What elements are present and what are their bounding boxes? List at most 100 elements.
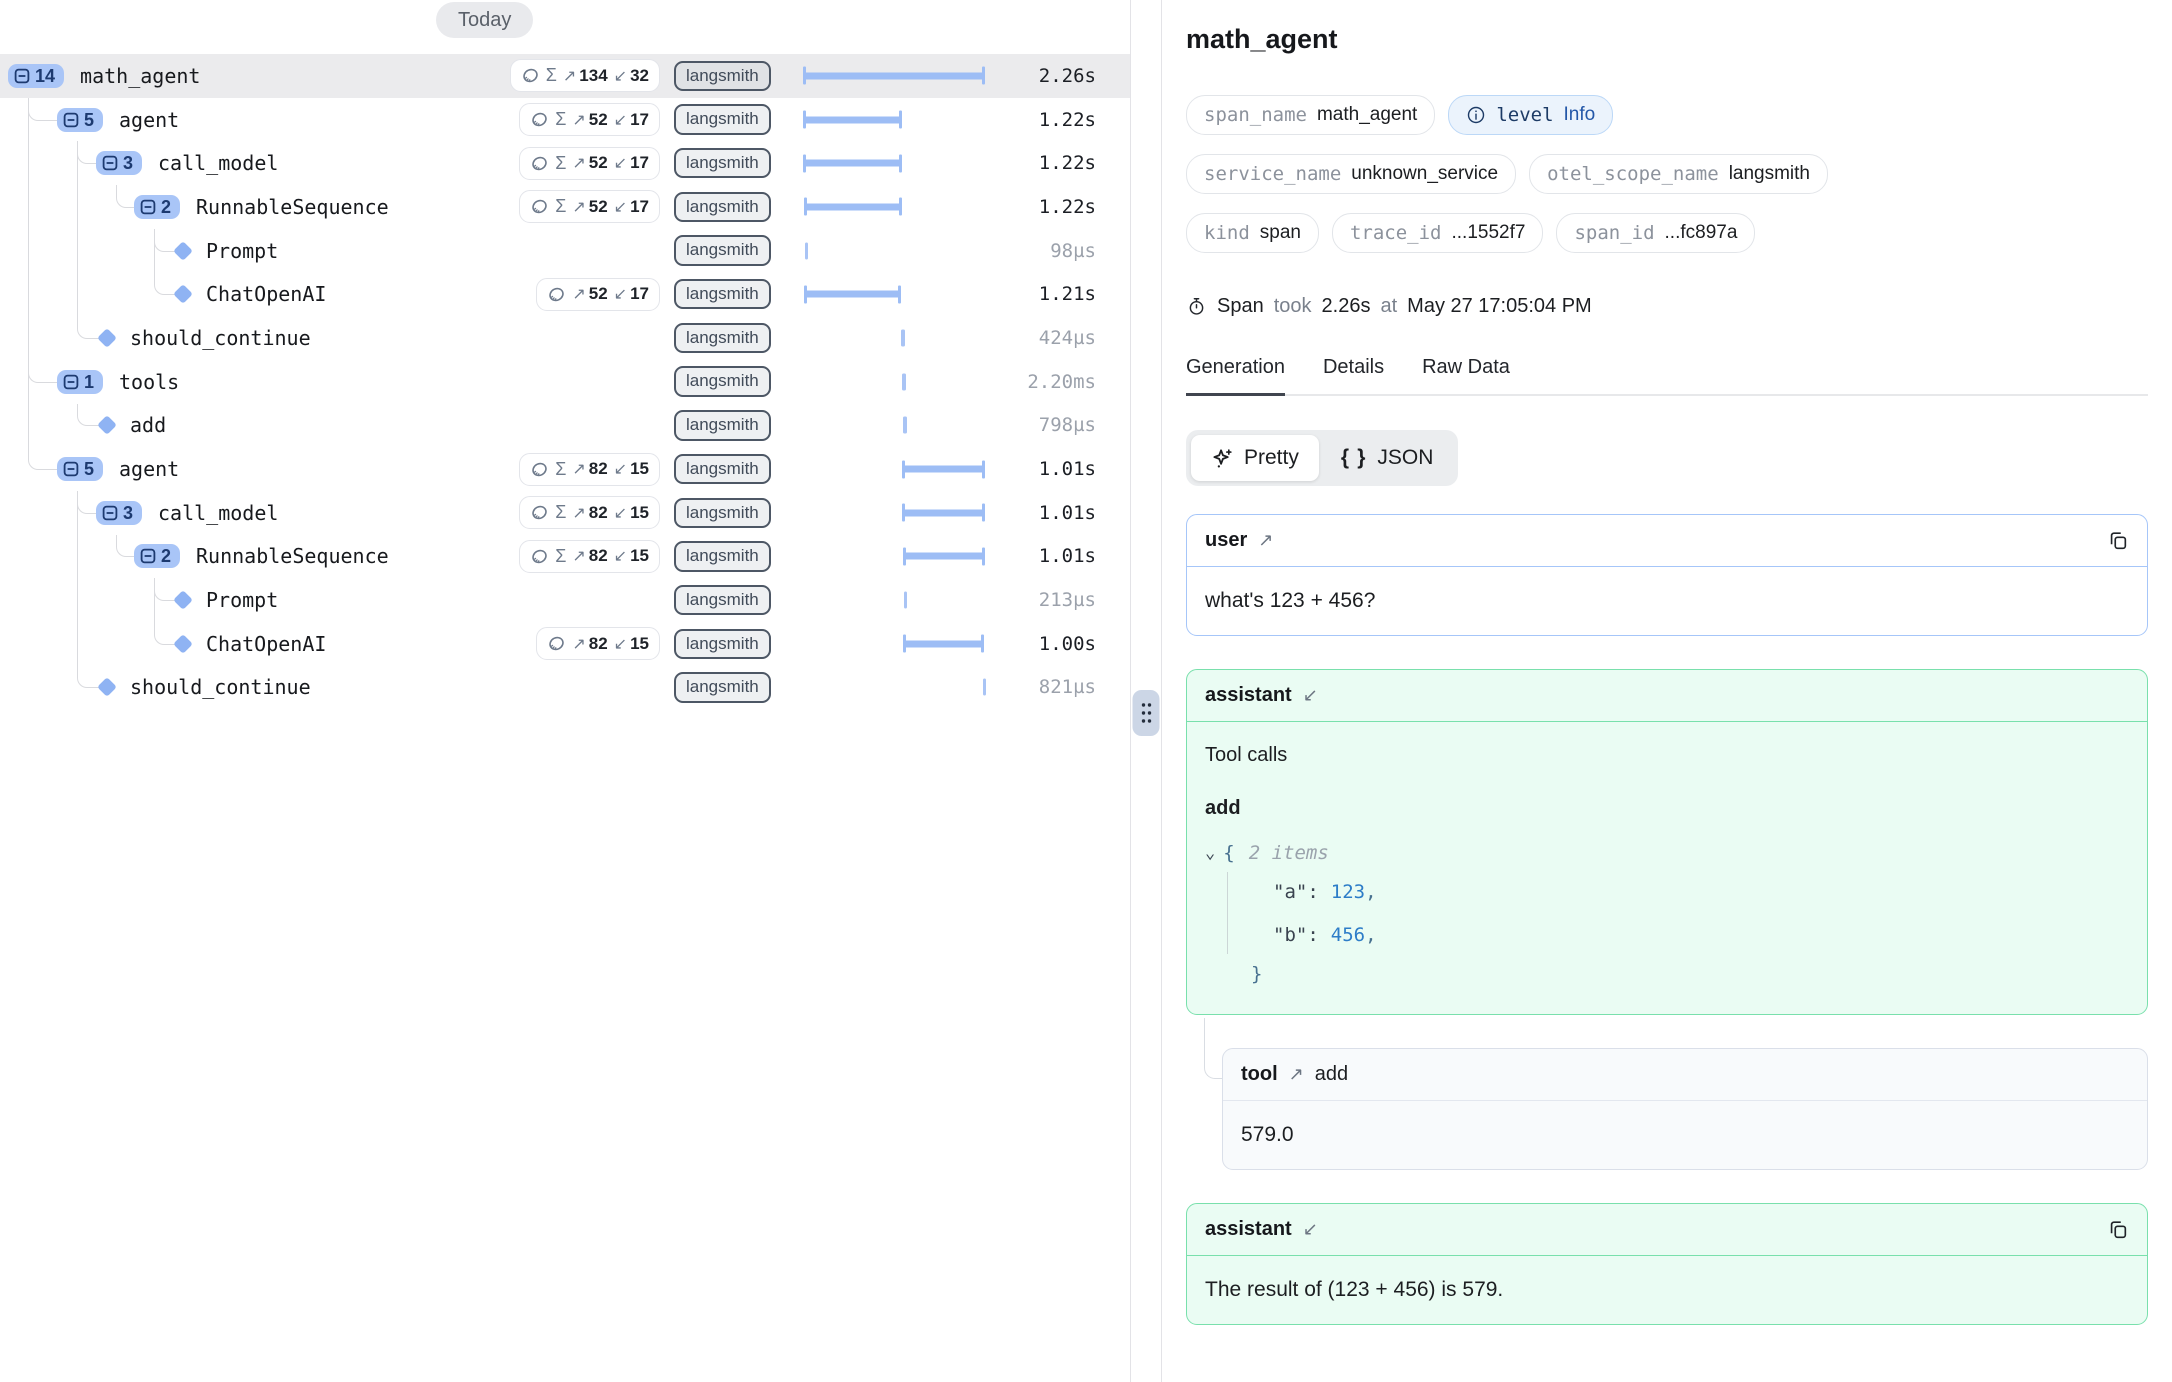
span-name-label: should_continue <box>130 675 311 699</box>
collapse-count-badge[interactable]: 2 <box>134 195 180 219</box>
duration-bar <box>805 203 901 210</box>
duration-value: 1.21s <box>990 283 1130 305</box>
trace-tree-row[interactable]: 2RunnableSequenceΣ↗82↙15langsmith1.01s <box>0 535 1130 579</box>
collapse-count-badge[interactable]: 5 <box>57 457 103 481</box>
descendant-count: 2 <box>161 547 171 565</box>
input-tokens: 52 <box>589 284 608 304</box>
span-timing: Span took 2.26s at May 27 17:05:04 PM <box>1186 295 2148 318</box>
date-pill[interactable]: Today <box>436 2 533 38</box>
arrow-in-icon: ↙ <box>1303 1219 1318 1240</box>
trace-tree-row[interactable]: 14math_agentΣ↗134↙32langsmith2.26s <box>0 54 1130 98</box>
copy-button[interactable] <box>2107 1219 2129 1241</box>
trace-tree-row[interactable]: 1toolslangsmith2.20ms <box>0 360 1130 404</box>
tree-guide-line <box>154 578 155 622</box>
drag-dots-icon <box>1138 700 1154 726</box>
token-coin-icon <box>530 547 549 566</box>
tree-elbow-line <box>28 98 60 121</box>
message-assistant: assistant↙Tool callsadd⌄{2 items"a":123,… <box>1186 669 2148 1015</box>
trace-tree-row[interactable]: Promptlangsmith213µs <box>0 578 1130 622</box>
timing-span-word: Span <box>1217 295 1264 318</box>
collapse-count-badge[interactable]: 3 <box>96 501 142 525</box>
output-tokens: 32 <box>630 66 649 86</box>
span-name-label: call_model <box>158 151 278 175</box>
message-text: The result of (123 + 456) is 579. <box>1205 1278 1503 1301</box>
trace-tree-row[interactable]: 2RunnableSequenceΣ↗52↙17langsmith1.22s <box>0 185 1130 229</box>
info-icon <box>1466 105 1486 125</box>
duration-bar <box>805 291 900 298</box>
duration-value: 1.01s <box>990 545 1130 567</box>
trace-tree-row[interactable]: Promptlangsmith98µs <box>0 229 1130 273</box>
collapse-minus-icon <box>63 461 79 477</box>
trace-tree-row[interactable]: 3call_modelΣ↗52↙17langsmith1.22s <box>0 141 1130 185</box>
span-detail-panel: math_agent span_namemath_agentlevelInfos… <box>1162 0 2172 1382</box>
timing-timestamp: May 27 17:05:04 PM <box>1407 295 1592 318</box>
copy-button[interactable] <box>2107 530 2129 552</box>
trace-tree-row[interactable]: should_continuelangsmith821µs <box>0 666 1130 710</box>
message-text: 579.0 <box>1241 1123 1294 1146</box>
token-usage-badge: Σ↗52↙17 <box>519 190 660 223</box>
duration-value: 2.20ms <box>990 371 1130 393</box>
tree-elbow-line <box>28 360 60 383</box>
collapse-minus-icon <box>63 374 79 390</box>
tab-generation[interactable]: Generation <box>1186 356 1285 396</box>
chip-key: trace_id <box>1350 222 1442 244</box>
tab-raw-data[interactable]: Raw Data <box>1422 356 1510 396</box>
duration-tick <box>983 679 987 696</box>
tool-call-function-name: add <box>1205 797 2129 820</box>
leaf-diamond-icon <box>97 328 117 348</box>
tree-guide-line <box>77 272 78 316</box>
message-header: assistant↙ <box>1187 670 2147 722</box>
trace-tree-row[interactable]: 5agentΣ↗82↙15langsmith1.01s <box>0 447 1130 491</box>
collapse-count-badge[interactable]: 14 <box>8 64 64 88</box>
collapse-count-badge[interactable]: 1 <box>57 370 103 394</box>
leaf-diamond-icon <box>97 415 117 435</box>
view-toggle-pretty[interactable]: Pretty <box>1191 435 1319 481</box>
trace-tree-row[interactable]: addlangsmith798µs <box>0 404 1130 448</box>
tree-guide-line <box>28 141 29 185</box>
token-coin-icon <box>547 285 566 304</box>
input-tokens: 52 <box>589 153 608 173</box>
scope-tag: langsmith <box>674 61 771 91</box>
metadata-chips: span_namemath_agentlevelInfoservice_name… <box>1186 95 2148 253</box>
trace-tree-row[interactable]: 5agentΣ↗52↙17langsmith1.22s <box>0 98 1130 142</box>
json-entry: "b":456, <box>1205 913 2129 956</box>
message-header: assistant↙ <box>1187 1204 2147 1256</box>
duration-value: 1.01s <box>990 502 1130 524</box>
json-collapse-chevron-icon[interactable]: ⌄ <box>1205 843 1215 863</box>
tab-details[interactable]: Details <box>1323 356 1384 396</box>
chip-value: span <box>1260 222 1301 244</box>
output-tokens: 17 <box>630 197 649 217</box>
json-guide-line <box>1227 872 1228 954</box>
collapse-minus-icon <box>102 155 118 171</box>
tree-guide-line <box>28 360 29 404</box>
collapse-count-badge[interactable]: 2 <box>134 544 180 568</box>
tree-guide-line <box>28 272 29 316</box>
json-items-count: 2 items <box>1249 842 1329 864</box>
trace-tree-row[interactable]: 3call_modelΣ↗82↙15langsmith1.01s <box>0 491 1130 535</box>
leaf-diamond-icon <box>173 634 193 654</box>
collapse-count-badge[interactable]: 5 <box>57 108 103 132</box>
output-tokens-arrow-icon: ↙ <box>614 459 627 479</box>
duration-value: 1.22s <box>990 109 1130 131</box>
span-name-label: agent <box>119 457 179 481</box>
duration-value: 1.01s <box>990 458 1130 480</box>
collapse-minus-icon <box>14 68 30 84</box>
output-tokens-arrow-icon: ↙ <box>614 503 627 523</box>
trace-tree-row[interactable]: ChatOpenAI↗82↙15langsmith1.00s <box>0 622 1130 666</box>
duration-tick <box>805 242 809 259</box>
trace-tree-row[interactable]: ChatOpenAI↗52↙17langsmith1.21s <box>0 272 1130 316</box>
scope-tag: langsmith <box>674 629 771 659</box>
trace-tree-row[interactable]: should_continuelangsmith424µs <box>0 316 1130 360</box>
chip-key: span_id <box>1574 222 1654 244</box>
divider-drag-handle[interactable] <box>1133 690 1160 736</box>
input-tokens-arrow-icon: ↗ <box>572 110 585 130</box>
span-name-label: Prompt <box>206 239 278 263</box>
duration-value: 1.22s <box>990 152 1130 174</box>
span-name-label: call_model <box>158 501 278 525</box>
view-toggle-json[interactable]: { }JSON <box>1321 435 1454 481</box>
message-user: user↗what's 123 + 456? <box>1186 514 2148 636</box>
collapse-count-badge[interactable]: 3 <box>96 151 142 175</box>
input-tokens-arrow-icon: ↗ <box>572 197 585 217</box>
span-title: math_agent <box>1186 24 2148 55</box>
output-tokens: 15 <box>630 546 649 566</box>
